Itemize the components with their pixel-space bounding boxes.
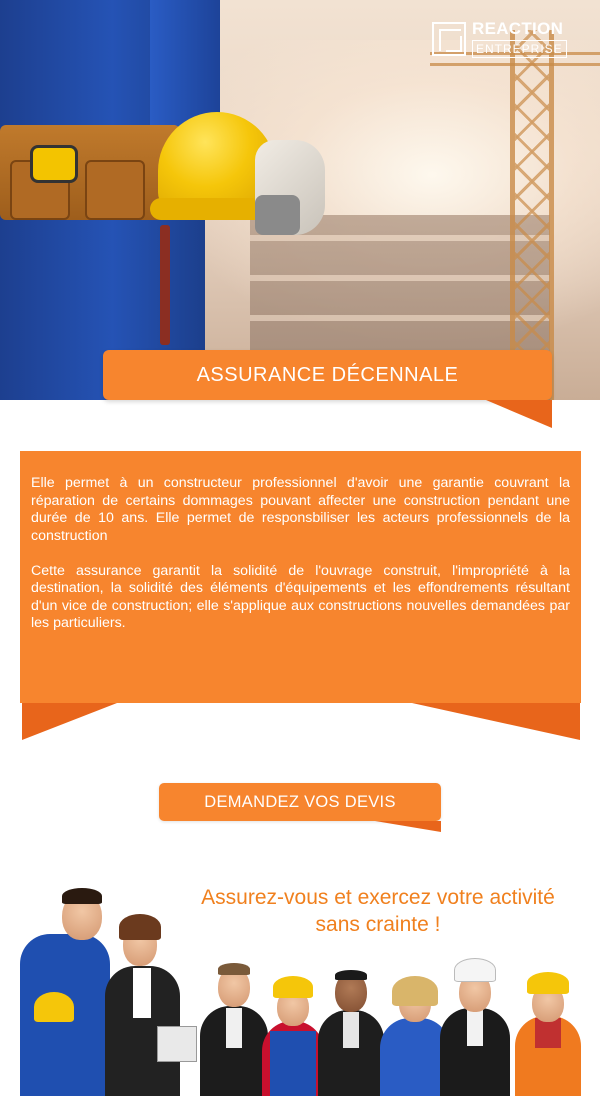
info-paragraph-2: Cette assurance garantit la solidité de … [31,562,570,632]
info-paragraph-1: Elle permet à un constructeur profession… [31,475,570,544]
team-member-engineer [440,958,510,1096]
team-member-worker-vest [515,972,581,1096]
team-member-suit-2 [318,968,384,1096]
slogan-line-1: Assurez-vous et exercez votre activité [201,886,555,909]
info-box-fold-right [412,703,580,740]
request-quote-button[interactable]: DEMANDEZ VOS DEVIS [159,783,441,821]
info-box-fold-left [22,703,117,740]
team-member-worker-helmet [262,976,324,1096]
team-member-suit-1 [200,961,268,1096]
hero-image: REACTION ENTREPRISE [0,0,600,400]
title-banner-fold [486,400,552,428]
info-box: Elle permet à un constructeur profession… [20,451,581,703]
hero-crane-tower [510,30,554,400]
logo-name: REACTION [472,19,564,38]
hero-hammer [160,225,170,345]
slogan: Assurez-vous et exercez votre activité s… [165,884,591,938]
hero-glove [255,140,325,235]
cta-fold [375,821,441,832]
page-title-banner: ASSURANCE DÉCENNALE [103,350,552,400]
brand-logo[interactable]: REACTION ENTREPRISE [432,20,582,60]
team-member-worker-blue [20,874,110,1096]
logo-mark-icon [432,22,466,56]
page-title: ASSURANCE DÉCENNALE [196,363,459,386]
request-quote-label: DEMANDEZ VOS DEVIS [204,792,396,811]
slogan-line-2: sans crainte ! [315,913,441,936]
logo-tagline: ENTREPRISE [472,40,567,58]
hero-tape-measure [30,145,78,183]
